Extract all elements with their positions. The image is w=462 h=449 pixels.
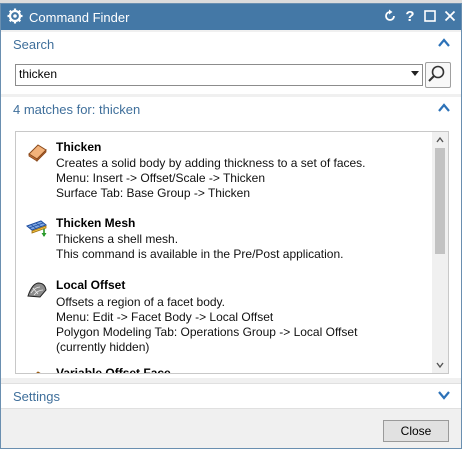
restore-button[interactable] (421, 7, 439, 25)
result-hidden-note: (currently hidden) (56, 340, 150, 354)
refresh-button[interactable] (381, 7, 399, 25)
list-item[interactable]: Local Offset Offsets a region of a facet… (16, 278, 426, 354)
result-title: Local Offset (56, 278, 126, 292)
help-button[interactable]: ? (401, 7, 419, 25)
title-bar[interactable]: Command Finder ? (1, 4, 461, 30)
search-icon (428, 65, 445, 82)
result-menu-path: Menu: Edit -> Facet Body -> Local Offset (56, 310, 274, 324)
thicken-icon (28, 144, 47, 162)
result-menu-path: Menu: Insert -> Offset/Scale -> Thicken (56, 171, 265, 185)
result-availability-note: This command is available in the Pre/Pos… (56, 247, 344, 261)
dropdown-arrow-icon[interactable] (411, 71, 419, 76)
help-icon: ? (405, 7, 415, 25)
close-window-button[interactable] (441, 7, 459, 25)
search-combobox[interactable] (15, 64, 423, 86)
scroll-up-icon[interactable] (436, 136, 444, 144)
chevron-down-icon[interactable] (437, 388, 451, 402)
matches-section-label: 4 matches for: thicken (13, 102, 141, 117)
refresh-icon (385, 9, 395, 21)
search-button[interactable] (425, 62, 451, 88)
list-item[interactable]: Thicken Mesh Thickens a shell mesh. This… (16, 216, 426, 262)
list-item[interactable]: Thicken Creates a solid body by adding t… (16, 140, 426, 200)
result-title: Variable Offset Face (56, 366, 171, 374)
result-title: Thicken Mesh (56, 216, 136, 230)
restore-icon (424, 10, 436, 22)
results-list[interactable]: Thicken Creates a solid body by adding t… (15, 131, 449, 374)
results-scrollbar[interactable] (432, 132, 448, 373)
result-tab-path: Surface Tab: Base Group -> Thicken (56, 186, 250, 200)
variable-offset-icon (36, 371, 41, 373)
settings-section-header[interactable]: Settings (1, 383, 461, 409)
local-offset-icon (27, 282, 47, 298)
chevron-up-icon[interactable] (437, 36, 451, 50)
result-tab-path: Polygon Modeling Tab: Operations Group -… (56, 325, 358, 339)
search-section-label: Search (13, 37, 55, 52)
window-title: Command Finder (29, 10, 130, 25)
scroll-down-icon[interactable] (436, 361, 444, 369)
result-description: Offsets a region of a facet body. (56, 295, 225, 309)
result-description: Creates a solid body by adding thickness… (56, 156, 366, 170)
result-description: Thickens a shell mesh. (56, 232, 179, 246)
settings-section-label: Settings (13, 389, 60, 404)
chevron-up-icon[interactable] (437, 101, 451, 115)
close-button[interactable]: Close (383, 420, 449, 442)
close-icon (444, 10, 456, 22)
thicken-mesh-icon (26, 220, 48, 237)
result-title: Thicken (56, 140, 102, 154)
list-item[interactable]: Variable Offset Face (16, 366, 426, 374)
command-finder-window: Command Finder ? Search thicken 4 matche… (0, 3, 462, 449)
search-section-header[interactable]: Search (1, 32, 461, 57)
gear-icon (7, 8, 23, 24)
scrollbar-thumb[interactable] (435, 148, 445, 254)
search-input[interactable] (19, 66, 399, 82)
matches-section-header[interactable]: 4 matches for: thicken (1, 97, 461, 122)
